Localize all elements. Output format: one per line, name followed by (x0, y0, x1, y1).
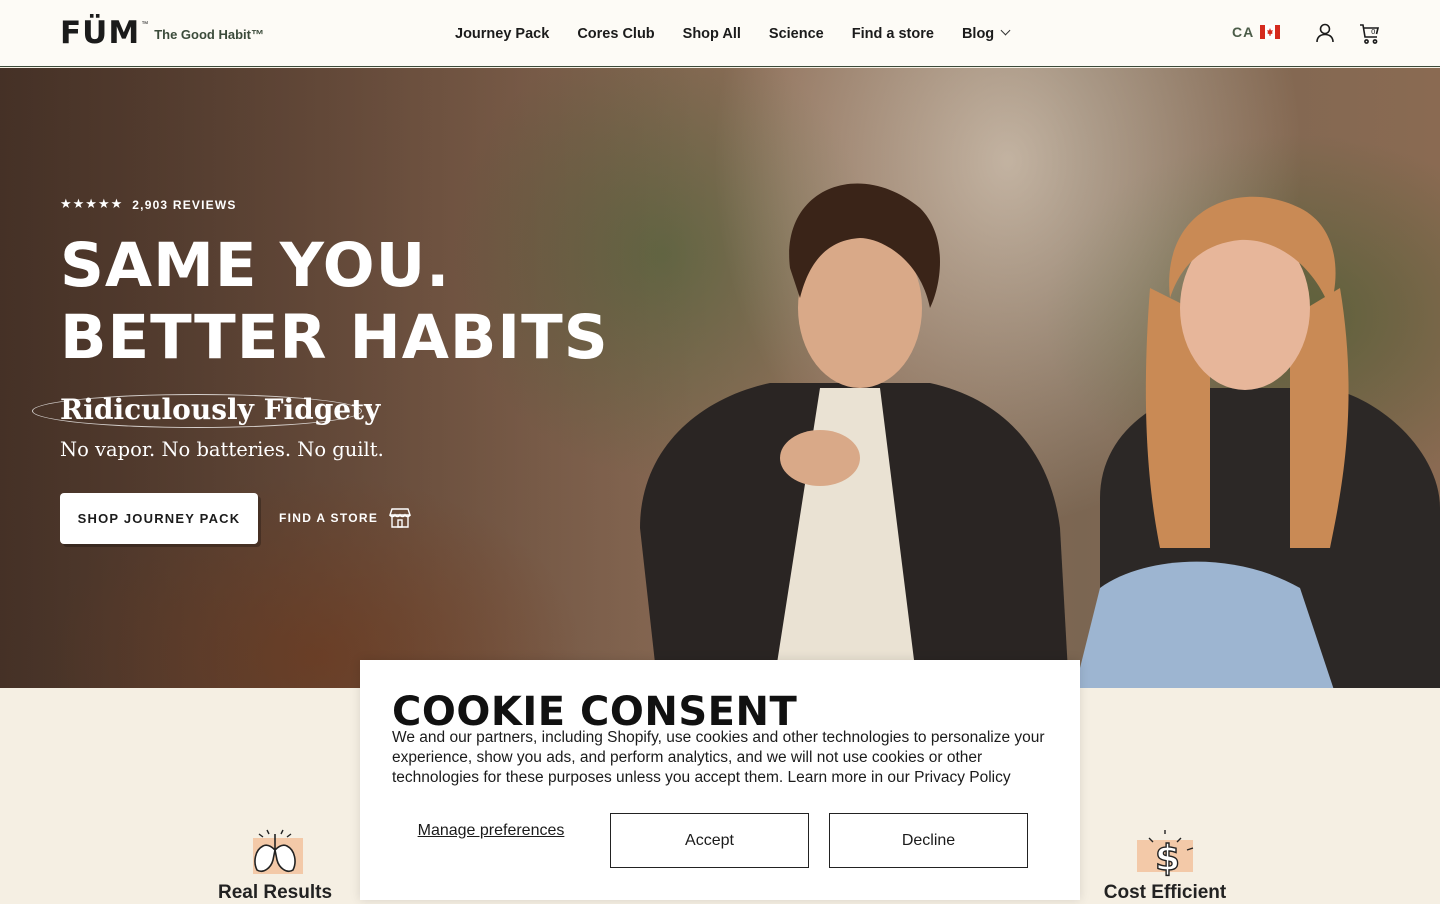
feature-real-results: Real Results (185, 828, 365, 904)
shop-journey-pack-button[interactable]: SHOP JOURNEY PACK (60, 493, 258, 544)
cart-icon[interactable]: 0 (1358, 22, 1382, 46)
hero-headline-line2: BETTER HABITS (60, 302, 609, 373)
feature-label: Real Results (217, 882, 333, 903)
hero-banner: ★★★★★ 2,903 REVIEWS SAME YOU. BETTER HAB… (0, 68, 1440, 688)
region-selector[interactable]: CA (1232, 24, 1281, 40)
nav-blog-label: Blog (961, 25, 995, 42)
reviews-count: 2,903 REVIEWS (132, 197, 237, 212)
svg-text:0: 0 (1371, 28, 1375, 36)
find-a-store-label: FIND A STORE (279, 511, 379, 525)
svg-text:$: $ (1155, 838, 1180, 878)
chevron-down-icon (1000, 25, 1011, 36)
hero-shade (0, 68, 700, 688)
nav-science[interactable]: Science (769, 26, 824, 42)
cookie-body-text: We and our partners, including Shopify, … (392, 729, 1045, 786)
nav-cores-club[interactable]: Cores Club (577, 26, 654, 42)
logo-wordmark: FÜM (60, 15, 141, 51)
reviews-summary[interactable]: ★★★★★ 2,903 REVIEWS (60, 197, 237, 212)
manage-preferences-link[interactable]: Manage preferences (392, 821, 590, 840)
nav-blog[interactable]: Blog (961, 25, 1011, 42)
decline-button[interactable]: Decline (829, 813, 1028, 868)
region-code: CA (1232, 24, 1255, 40)
find-a-store-link[interactable]: FIND A STORE (279, 501, 412, 535)
cookie-actions: Manage preferences Accept Decline (392, 813, 1048, 868)
nav-journey-pack[interactable]: Journey Pack (455, 26, 549, 42)
hero-person-left-image (640, 183, 1069, 688)
feature-cost-efficient: $ Cost Efficient (1075, 828, 1255, 904)
subhead-text: Ridiculously Fidgety (60, 393, 381, 426)
accept-button[interactable]: Accept (610, 813, 809, 868)
logo-tagline: The Good Habit™ (154, 27, 264, 42)
account-icon[interactable] (1314, 22, 1336, 44)
storefront-icon (389, 508, 412, 528)
dollar-icon: $ (1135, 828, 1195, 880)
canada-flag-icon (1260, 25, 1281, 39)
hero-headline-line1: SAME YOU. (60, 230, 451, 301)
brand-logo[interactable]: FÜM ™ The Good Habit™ (60, 14, 264, 50)
lungs-icon (245, 828, 305, 878)
site-header: FÜM ™ The Good Habit™ Journey Pack Cores … (0, 0, 1440, 67)
feature-label: Cost Efficient (1103, 882, 1227, 903)
cookie-consent-dialog: COOKIE CONSENT We and our partners, incl… (360, 660, 1080, 900)
star-rating-icon: ★★★★★ (60, 197, 124, 212)
logo-trademark: ™ (141, 21, 149, 28)
hero-headline: SAME YOU. BETTER HABITS (60, 230, 609, 374)
main-nav: Journey Pack Cores Club Shop All Science… (455, 0, 1037, 67)
nav-shop-all[interactable]: Shop All (683, 26, 741, 42)
hero-person-right-image (1075, 196, 1440, 688)
hero-tagline: No vapor. No batteries. No guilt. (60, 438, 384, 461)
nav-find-a-store[interactable]: Find a store (852, 26, 934, 42)
hero-subhead: Ridiculously Fidgety (32, 393, 380, 429)
